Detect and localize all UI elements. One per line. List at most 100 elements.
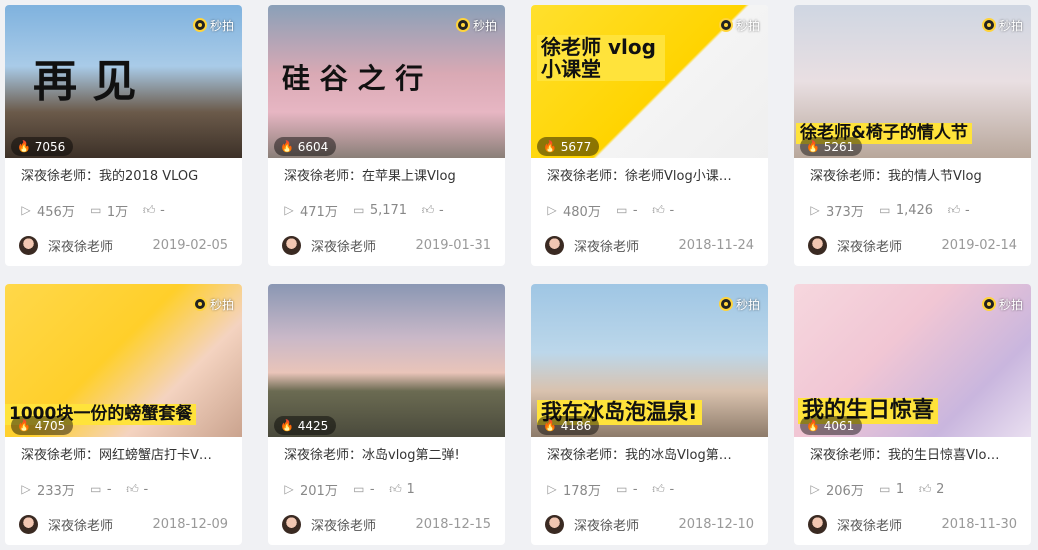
like-thumb-icon: 👍︎	[918, 481, 932, 496]
play-count-icon: ▷	[284, 203, 294, 217]
comment-icon: ▭	[616, 482, 628, 496]
fire-icon: 🔥	[17, 140, 31, 153]
avatar[interactable]	[808, 515, 827, 534]
miaopai-logo-icon	[718, 297, 733, 311]
comment-icon: ▭	[616, 203, 628, 217]
video-stats: ▷ 206万 ▭ 1 👍︎ 2	[794, 474, 1031, 504]
miaopai-badge: 秒拍	[981, 295, 1023, 313]
thumbnail-overlay-text: 再 见	[33, 56, 137, 107]
author-name[interactable]: 深夜徐老师	[311, 236, 415, 255]
avatar[interactable]	[19, 236, 38, 255]
miaopai-logo-icon	[718, 18, 733, 32]
avatar[interactable]	[545, 236, 564, 255]
fire-icon: 🔥	[806, 419, 820, 432]
fire-icon: 🔥	[280, 140, 294, 153]
fire-icon: 🔥	[543, 140, 557, 153]
like-count-badge: 🔥 4186	[537, 416, 600, 435]
publish-date: 2019-02-05	[152, 238, 228, 253]
avatar[interactable]	[282, 515, 301, 534]
fire-icon: 🔥	[543, 419, 557, 432]
fire-icon: 🔥	[280, 419, 294, 432]
avatar[interactable]	[545, 515, 564, 534]
publish-date: 2018-12-15	[415, 517, 491, 532]
fire-icon: 🔥	[17, 419, 31, 432]
author-name[interactable]: 深夜徐老师	[48, 236, 152, 255]
video-thumbnail[interactable]: 1000块一份的螃蟹套餐 秒拍 🔥 4705	[5, 284, 242, 437]
author-row[interactable]: 深夜徐老师 2018-12-09	[5, 504, 242, 545]
video-thumbnail[interactable]: 我的生日惊喜 秒拍 🔥 4061	[794, 284, 1031, 437]
video-title[interactable]: 深夜徐老师：徐老师Vlog小课…	[531, 158, 752, 195]
author-name[interactable]: 深夜徐老师	[837, 515, 941, 534]
like-thumb-icon: 👍︎	[389, 481, 402, 496]
video-card[interactable]: 我的生日惊喜 秒拍 🔥 4061 深夜徐老师：我的生日惊喜Vlo… ▷ 206万 ▭…	[794, 284, 1031, 545]
video-thumbnail[interactable]: 徐老师&椅子的情人节 秒拍 🔥 5261	[794, 5, 1031, 158]
like-thumb-icon: 👍︎	[126, 481, 139, 496]
author-name[interactable]: 深夜徐老师	[574, 236, 678, 255]
miaopai-badge: 秒拍	[192, 16, 234, 34]
play-count-icon: ▷	[547, 203, 557, 217]
video-stats: ▷ 471万 ▭ 5,171 👍︎ -	[268, 195, 505, 225]
video-grid: 再 见 秒拍 🔥 7056 深夜徐老师：我的2018 VLOG ▷ 456万 ▭ 1万…	[0, 0, 1038, 550]
video-card[interactable]: 硅 谷 之 行 秒拍 🔥 6604 深夜徐老师：在苹果上课Vlog ▷ 471万 ▭…	[268, 5, 505, 266]
avatar[interactable]	[808, 236, 827, 255]
comment-icon: ▭	[90, 482, 102, 496]
like-thumb-icon: 👍︎	[652, 202, 665, 217]
miaopai-logo-icon	[981, 297, 996, 311]
miaopai-logo-icon	[455, 18, 470, 32]
video-title[interactable]: 深夜徐老师：我的情人节Vlog	[794, 158, 1015, 195]
video-title[interactable]: 深夜徐老师：我的冰岛Vlog第…	[531, 437, 752, 474]
like-count-badge: 🔥 7056	[11, 137, 74, 156]
video-card[interactable]: 我在冰岛泡温泉! 秒拍 🔥 4186 深夜徐老师：我的冰岛Vlog第… ▷ 178万…	[531, 284, 768, 545]
video-stats: ▷ 178万 ▭ - 👍︎ -	[531, 474, 768, 504]
video-stats: ▷ 233万 ▭ - 👍︎ -	[5, 474, 242, 504]
like-count-badge: 🔥 5677	[537, 137, 600, 156]
video-card[interactable]: 徐老师&椅子的情人节 秒拍 🔥 5261 深夜徐老师：我的情人节Vlog ▷ 373…	[794, 5, 1031, 266]
miaopai-logo-icon	[981, 18, 996, 32]
like-thumb-icon: 👍︎	[652, 481, 665, 496]
video-title[interactable]: 深夜徐老师：在苹果上课Vlog	[268, 158, 489, 195]
video-card[interactable]: 🔥 4425 深夜徐老师：冰岛vlog第二弹! ▷ 201万 ▭ - 👍︎ 1 深夜徐老…	[268, 284, 505, 545]
avatar[interactable]	[19, 515, 38, 534]
like-count-badge: 🔥 4425	[274, 416, 337, 435]
video-card[interactable]: 再 见 秒拍 🔥 7056 深夜徐老师：我的2018 VLOG ▷ 456万 ▭ 1万…	[5, 5, 242, 266]
play-count-icon: ▷	[547, 482, 557, 496]
comment-icon: ▭	[879, 482, 891, 496]
publish-date: 2018-11-30	[941, 517, 1017, 532]
author-name[interactable]: 深夜徐老师	[48, 515, 152, 534]
play-count-icon: ▷	[284, 482, 294, 496]
author-row[interactable]: 深夜徐老师 2018-11-30	[794, 504, 1031, 545]
publish-date: 2019-02-14	[941, 238, 1017, 253]
author-row[interactable]: 深夜徐老师 2019-02-05	[5, 225, 242, 266]
thumbnail-overlay-text: 徐老师 vlog小课堂	[537, 35, 665, 81]
video-stats: ▷ 373万 ▭ 1,426 👍︎ -	[794, 195, 1031, 225]
video-stats: ▷ 201万 ▭ - 👍︎ 1	[268, 474, 505, 504]
author-row[interactable]: 深夜徐老师 2018-12-15	[268, 504, 505, 545]
video-thumbnail[interactable]: 再 见 秒拍 🔥 7056	[5, 5, 242, 158]
miaopai-badge: 秒拍	[981, 16, 1023, 34]
author-name[interactable]: 深夜徐老师	[837, 236, 941, 255]
avatar[interactable]	[282, 236, 301, 255]
video-card[interactable]: 徐老师 vlog小课堂 秒拍 🔥 5677 深夜徐老师：徐老师Vlog小课… ▷ 4…	[531, 5, 768, 266]
like-thumb-icon: 👍︎	[421, 202, 435, 217]
video-stats: ▷ 480万 ▭ - 👍︎ -	[531, 195, 768, 225]
comment-icon: ▭	[353, 203, 365, 217]
video-card[interactable]: 1000块一份的螃蟹套餐 秒拍 🔥 4705 深夜徐老师：网红螃蟹店打卡V… ▷ 2…	[5, 284, 242, 545]
author-name[interactable]: 深夜徐老师	[574, 515, 678, 534]
author-row[interactable]: 深夜徐老师 2019-01-31	[268, 225, 505, 266]
author-row[interactable]: 深夜徐老师 2018-12-10	[531, 504, 768, 545]
video-thumbnail[interactable]: 我在冰岛泡温泉! 秒拍 🔥 4186	[531, 284, 768, 437]
video-title[interactable]: 深夜徐老师：冰岛vlog第二弹!	[268, 437, 489, 474]
video-title[interactable]: 深夜徐老师：网红螃蟹店打卡V…	[5, 437, 226, 474]
video-title[interactable]: 深夜徐老师：我的2018 VLOG	[5, 158, 226, 195]
comment-icon: ▭	[879, 203, 891, 217]
author-row[interactable]: 深夜徐老师 2019-02-14	[794, 225, 1031, 266]
publish-date: 2018-12-10	[678, 517, 754, 532]
video-thumbnail[interactable]: 🔥 4425	[268, 284, 505, 437]
author-row[interactable]: 深夜徐老师 2018-11-24	[531, 225, 768, 266]
video-title[interactable]: 深夜徐老师：我的生日惊喜Vlo…	[794, 437, 1015, 474]
comment-icon: ▭	[353, 482, 365, 496]
video-thumbnail[interactable]: 徐老师 vlog小课堂 秒拍 🔥 5677	[531, 5, 768, 158]
video-thumbnail[interactable]: 硅 谷 之 行 秒拍 🔥 6604	[268, 5, 505, 158]
miaopai-badge: 秒拍	[192, 295, 234, 313]
author-name[interactable]: 深夜徐老师	[311, 515, 415, 534]
